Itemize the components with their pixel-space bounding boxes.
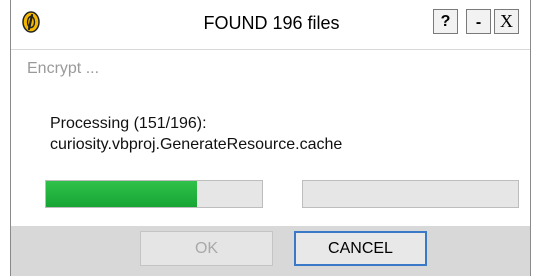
dialog-window: FOUND 196 files ? - X Encrypt ... Proces… [10,0,531,276]
title-bar[interactable]: FOUND 196 files ? - X [11,0,530,50]
button-bar: OK CANCEL [11,226,530,276]
operation-label: Encrypt ... [27,60,100,77]
secondary-progress-bar [302,180,519,208]
status-progress-count: Processing (151/196): [50,115,207,132]
status-current-file: curiosity.vbproj.GenerateResource.cache [50,136,343,153]
ok-button[interactable]: OK [140,231,273,266]
file-progress-fill [46,181,198,207]
help-button[interactable]: ? [433,9,458,34]
close-button[interactable]: X [494,9,519,34]
status-text: Processing (151/196): curiosity.vbproj.G… [50,113,342,155]
file-progress-bar [45,180,263,208]
minimize-button[interactable]: - [466,9,491,34]
cancel-button[interactable]: CANCEL [294,231,427,266]
